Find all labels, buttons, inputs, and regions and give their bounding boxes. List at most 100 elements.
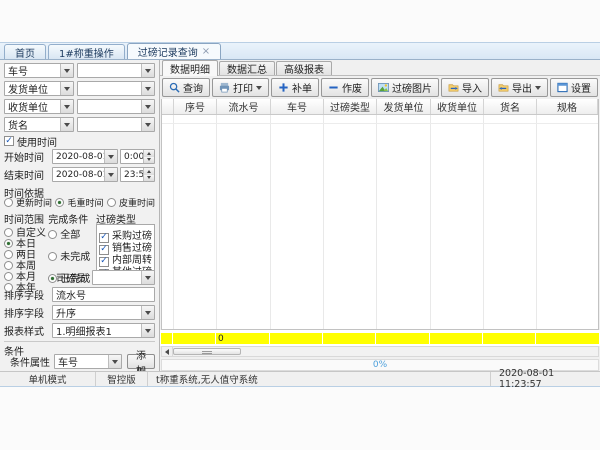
printer-icon (219, 82, 230, 93)
tab-data-detail[interactable]: 数据明细 (162, 60, 218, 76)
chevron-down-icon[interactable] (141, 82, 154, 95)
print-button[interactable]: 打印 (212, 78, 269, 97)
void-button[interactable]: 作废 (321, 78, 369, 97)
condition-attr-row: 条件属性 车号 添加 (4, 354, 155, 369)
settings-icon (557, 82, 568, 93)
supplement-button[interactable]: 补单 (271, 78, 319, 97)
spinner-icon[interactable] (143, 150, 154, 163)
col-receiver[interactable]: 收货单位 (431, 99, 484, 114)
chevron-down-icon[interactable] (141, 64, 154, 77)
chevron-down-icon[interactable] (141, 118, 154, 131)
goods-value-select[interactable] (77, 117, 155, 132)
start-time-label: 开始时间 (4, 149, 52, 164)
tab-weigh-record-query-label: 过磅记录查询 (138, 44, 198, 59)
col-spec[interactable]: 规格 (537, 99, 598, 114)
table-body (162, 115, 598, 329)
tab-home[interactable]: 首页 (4, 44, 46, 59)
radio-this-week[interactable]: 本周 (4, 257, 48, 268)
chevron-down-icon[interactable] (141, 100, 154, 113)
use-time-label: 使用时间 (17, 134, 57, 149)
receiver-field-label: 收货单位 (5, 99, 60, 114)
radio-two-days[interactable]: 两日 (4, 246, 48, 257)
time-basis-label: 时间依据 (4, 185, 155, 196)
chevron-down-icon[interactable] (60, 118, 73, 131)
weigher-select[interactable] (92, 270, 155, 285)
chevron-down-icon[interactable] (141, 306, 154, 319)
horizontal-scrollbar[interactable] (161, 346, 599, 357)
checkbox-purchase-weigh[interactable]: ✓采购过磅 (99, 227, 152, 239)
end-date-picker[interactable]: 2020-08-01 (52, 167, 118, 182)
tab-weigh-record-query[interactable]: 过磅记录查询 × (127, 43, 221, 59)
col-shipper[interactable]: 发货单位 (377, 99, 431, 114)
radio-all[interactable]: 全部 (48, 226, 96, 237)
checkbox-internal-transfer[interactable]: ✓内部周转 (99, 251, 152, 263)
import-button[interactable]: 导入 (441, 78, 489, 97)
sort-field-input[interactable]: 流水号 (52, 287, 155, 302)
col-goods[interactable]: 货名 (484, 99, 537, 114)
radio-today[interactable]: 本日 (4, 235, 48, 246)
chevron-down-icon[interactable] (141, 324, 154, 337)
calendar-icon[interactable] (104, 168, 117, 181)
export-button[interactable]: 导出 (491, 78, 548, 97)
weigh-type-label: 过磅类型 (96, 211, 155, 222)
chevron-down-icon[interactable] (141, 271, 154, 284)
shipper-field-select[interactable]: 发货单位 (4, 81, 74, 96)
filter-row-receiver: 收货单位 (4, 99, 155, 114)
radio-update-time[interactable]: 更新时间 (4, 196, 52, 209)
export-icon (498, 82, 509, 93)
radio-this-month[interactable]: 本月 (4, 268, 48, 279)
chevron-down-icon[interactable] (60, 82, 73, 95)
vehicle-field-select[interactable]: 车号 (4, 63, 74, 78)
checkbox-sale-weigh[interactable]: ✓销售过磅 (99, 239, 152, 251)
report-style-select[interactable]: 1.明细报表1 (52, 323, 155, 338)
check-icon: ✓ (5, 137, 13, 146)
end-time-spinner[interactable]: 23:59:59 (120, 167, 155, 182)
filter-row-goods: 货名 (4, 117, 155, 132)
condition-attr-select[interactable]: 车号 (54, 354, 122, 369)
tab-advanced-report[interactable]: 高级报表 (276, 61, 332, 75)
shipper-value-select[interactable] (77, 81, 155, 96)
radio-custom[interactable]: 自定义 (4, 224, 48, 235)
status-datetime: 2020-08-01 11:23:57 (490, 372, 600, 386)
weigh-image-button[interactable]: 过磅图片 (371, 78, 439, 97)
start-date-picker[interactable]: 2020-08-01 (52, 149, 118, 164)
condition-group: 条件 条件属性 车号 添加 操作符 等于 (4, 341, 155, 371)
close-icon[interactable]: × (202, 47, 210, 57)
query-button[interactable]: 查询 (162, 78, 210, 97)
condition-attr-label: 条件属性 (4, 354, 54, 369)
toolbar: 查询 打印 补单 作废 (160, 76, 600, 99)
chevron-down-icon[interactable] (60, 100, 73, 113)
condition-group-label: 条件 (4, 343, 155, 354)
radio-unfinished[interactable]: 未完成 (48, 248, 96, 259)
table-header-row: 序号 流水号 车号 过磅类型 发货单位 收货单位 货名 规格 (162, 99, 598, 115)
sort-order-select[interactable]: 升序 (52, 305, 155, 320)
sort-order-row: 排序字段 升序 (4, 305, 155, 320)
app-window: 首页 1#称重操作 过磅记录查询 × 车号 (0, 42, 600, 387)
chevron-down-icon (256, 86, 262, 90)
receiver-value-select[interactable] (77, 99, 155, 114)
chevron-down-icon[interactable] (60, 64, 73, 77)
use-time-checkbox[interactable]: ✓ (4, 136, 14, 146)
settings-button[interactable]: 设置 (550, 78, 598, 97)
col-weigh-type[interactable]: 过磅类型 (324, 99, 377, 114)
radio-gross-time[interactable]: 毛重时间 (55, 196, 103, 209)
start-time-spinner[interactable]: 0:00:00 (120, 149, 155, 164)
scrollbar-thumb[interactable] (173, 348, 241, 355)
col-vehicle[interactable]: 车号 (271, 99, 324, 114)
chevron-down-icon[interactable] (108, 355, 121, 368)
radio-tare-time[interactable]: 皮重时间 (107, 196, 155, 209)
filter-groups: 时间范围 自定义 本日 两日 本周 本月 本年 完成条件 全部 未完成 已完成 (4, 211, 155, 285)
scroll-left-icon[interactable] (162, 347, 173, 356)
col-flow-number[interactable]: 流水号 (217, 99, 271, 114)
weigher-row: 司磅员 (56, 270, 155, 285)
radio-this-year[interactable]: 本年 (4, 279, 48, 290)
tab-data-summary[interactable]: 数据汇总 (219, 61, 275, 75)
col-serial[interactable]: 序号 (174, 99, 217, 114)
summary-count: 0 (216, 333, 270, 344)
receiver-field-select[interactable]: 收货单位 (4, 99, 74, 114)
calendar-icon[interactable] (104, 150, 117, 163)
vehicle-value-select[interactable] (77, 63, 155, 78)
tab-weigh-operation[interactable]: 1#称重操作 (48, 44, 125, 59)
spinner-icon[interactable] (143, 168, 154, 181)
goods-field-select[interactable]: 货名 (4, 117, 74, 132)
